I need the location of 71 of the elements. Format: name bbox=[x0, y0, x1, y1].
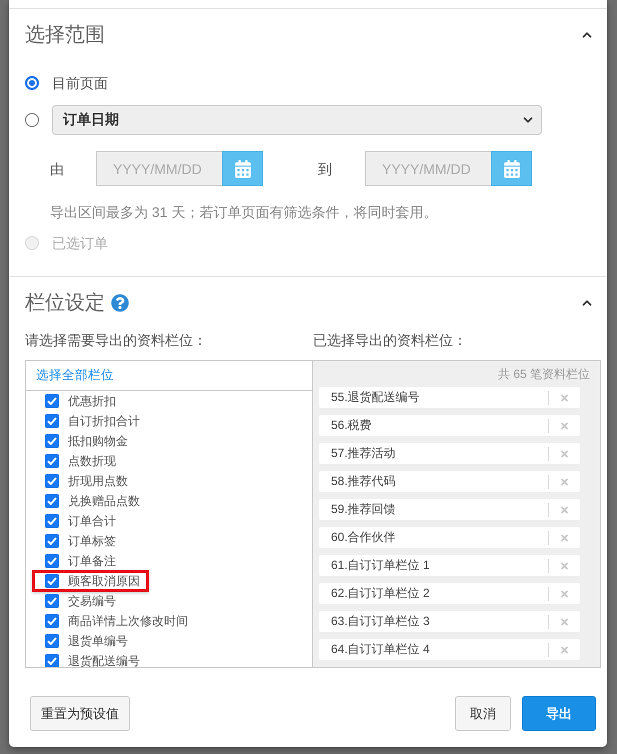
radio-button[interactable] bbox=[25, 113, 39, 127]
field-count: 共 65 笔资料栏位 bbox=[498, 366, 590, 382]
calendar-button[interactable] bbox=[222, 151, 263, 186]
checkbox[interactable] bbox=[45, 454, 59, 468]
close-icon bbox=[560, 504, 569, 514]
select-all-link[interactable]: 选择全部栏位 bbox=[36, 367, 114, 384]
field-label: 订单合计 bbox=[68, 513, 116, 530]
field-name: 57.推荐活动 bbox=[331, 445, 397, 462]
field-label: 折现用点数 bbox=[68, 473, 128, 490]
field-label: 点数折现 bbox=[68, 453, 116, 470]
field-label: 兑换赠品点数 bbox=[68, 493, 140, 510]
close-icon bbox=[560, 420, 569, 430]
close-icon bbox=[560, 560, 569, 570]
checkbox[interactable] bbox=[45, 594, 59, 608]
field-name: 59.推荐回馈 bbox=[331, 501, 397, 518]
section-title: 选择范围 bbox=[25, 23, 105, 47]
calendar-icon bbox=[234, 160, 250, 178]
close-icon bbox=[560, 476, 569, 486]
field-label: 优惠折扣 bbox=[68, 393, 116, 410]
close-icon bbox=[560, 392, 569, 402]
field-name: 58.推荐代码 bbox=[331, 473, 397, 490]
field-label: 交易编号 bbox=[68, 593, 116, 610]
field-name: 64.自订订单栏位 4 bbox=[331, 641, 431, 658]
close-icon bbox=[560, 616, 569, 626]
checkbox[interactable] bbox=[45, 494, 59, 508]
field-name: 55.退货配送编号 bbox=[331, 389, 421, 406]
date-label: 由 bbox=[50, 160, 65, 178]
field-name: 61.自订订单栏位 1 bbox=[331, 557, 431, 574]
date-type-dropdown[interactable]: 订单日期 bbox=[52, 105, 542, 135]
date-input[interactable]: YYYY/MM/DD bbox=[96, 151, 222, 186]
field-name: 56.税费 bbox=[331, 417, 373, 434]
checkbox[interactable] bbox=[45, 654, 59, 667]
field-label: 自订折扣合计 bbox=[68, 413, 140, 430]
option-label: 目前页面 bbox=[52, 74, 108, 93]
field-name: 60.合作伙伴 bbox=[331, 529, 397, 546]
column-heading: 请选择需要导出的资料栏位： bbox=[25, 331, 208, 349]
hint-text: 导出区间最多为 31 天；若订单页面有筛选条件，将同时套用。 bbox=[49, 203, 438, 221]
close-icon bbox=[560, 588, 569, 598]
checkbox[interactable] bbox=[45, 574, 59, 588]
option-label: 已选订单 bbox=[52, 234, 108, 253]
close-icon bbox=[560, 644, 569, 654]
checkbox[interactable] bbox=[45, 514, 59, 528]
field-label: 抵扣购物金 bbox=[68, 433, 128, 450]
field-label: 顾客取消原因 bbox=[68, 573, 140, 590]
calendar-icon bbox=[504, 160, 520, 178]
close-icon bbox=[560, 532, 569, 542]
reset-button[interactable]: 重置为预设值 bbox=[30, 696, 130, 731]
field-label: 订单备注 bbox=[68, 553, 116, 570]
section-title: 栏位设定 bbox=[25, 291, 105, 315]
field-name: 62.自订订单栏位 2 bbox=[331, 585, 431, 602]
checkbox[interactable] bbox=[45, 474, 59, 488]
field-label: 退货配送编号 bbox=[68, 653, 140, 667]
checkbox[interactable] bbox=[45, 634, 59, 648]
help-icon[interactable] bbox=[111, 294, 129, 312]
checkbox[interactable] bbox=[45, 554, 59, 568]
close-icon bbox=[560, 448, 569, 458]
field-label: 订单标签 bbox=[68, 533, 116, 550]
field-label: 退货单编号 bbox=[68, 633, 128, 650]
field-name: 63.自订订单栏位 3 bbox=[331, 613, 431, 630]
checkbox[interactable] bbox=[45, 534, 59, 548]
checkbox[interactable] bbox=[45, 614, 59, 628]
column-heading: 已选择导出的资料栏位： bbox=[313, 331, 468, 349]
date-label: 到 bbox=[318, 160, 333, 178]
cancel-button[interactable]: 取消 bbox=[455, 696, 511, 731]
field-label: 商品详情上次修改时间 bbox=[68, 613, 188, 630]
checkbox[interactable] bbox=[45, 434, 59, 448]
radio-button[interactable] bbox=[25, 76, 39, 90]
calendar-button[interactable] bbox=[491, 151, 532, 186]
checkbox[interactable] bbox=[45, 414, 59, 428]
date-input[interactable]: YYYY/MM/DD bbox=[365, 151, 491, 186]
checkbox[interactable] bbox=[45, 394, 59, 408]
